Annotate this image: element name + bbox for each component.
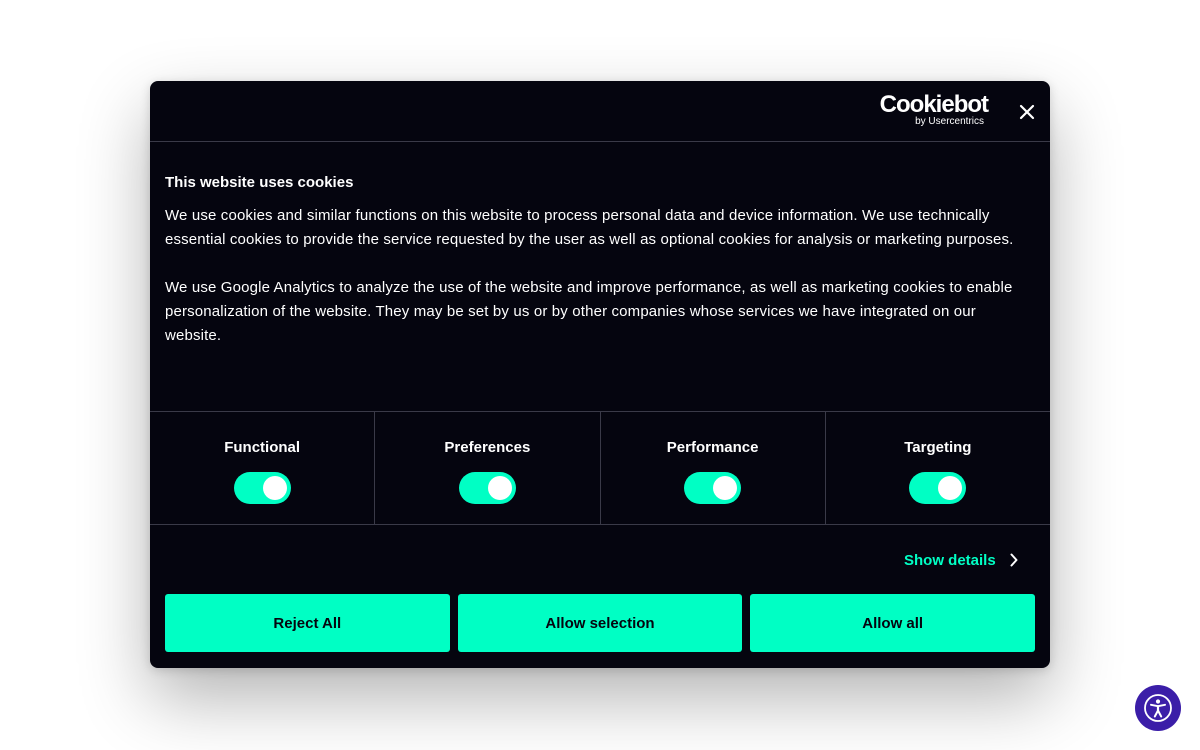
preferences-toggle[interactable]	[458, 472, 516, 504]
show-details-label: Show details	[904, 551, 996, 569]
category-label: Targeting	[904, 439, 972, 456]
toggle-knob	[938, 476, 963, 500]
category-preferences: Preferences	[375, 412, 601, 524]
consent-paragraph-2: We use Google Analytics to analyze the u…	[165, 279, 1013, 344]
targeting-toggle[interactable]	[909, 472, 967, 504]
reject-all-button[interactable]: Reject All	[165, 594, 450, 652]
close-button[interactable]	[1014, 99, 1040, 125]
consent-title: This website uses cookies	[165, 174, 354, 191]
toggle-knob	[487, 476, 512, 500]
close-icon	[1019, 104, 1035, 120]
cookie-consent-dialog: Cookiebot by Usercentrics This website u…	[150, 81, 1050, 668]
category-performance: Performance	[601, 412, 826, 524]
chevron-right-icon	[1010, 553, 1018, 567]
category-label: Performance	[666, 439, 759, 456]
cookie-categories: Functional Preferences Performance Targe…	[150, 411, 1050, 525]
category-targeting: Targeting	[826, 412, 1050, 524]
dialog-header: Cookiebot by Usercentrics	[150, 81, 1050, 142]
accessibility-button[interactable]	[1135, 685, 1181, 731]
category-label: Preferences	[444, 439, 531, 456]
toggle-knob	[262, 476, 287, 500]
show-details-link[interactable]: Show details	[904, 549, 1018, 571]
performance-toggle[interactable]	[684, 472, 742, 504]
allow-all-button[interactable]: Allow all	[750, 594, 1036, 652]
toggle-knob	[713, 476, 738, 500]
allow-selection-button[interactable]: Allow selection	[457, 594, 743, 652]
accessibility-person-icon	[1144, 694, 1172, 722]
consent-buttons: Reject All Allow selection Allow all	[165, 594, 1036, 652]
brand-name: Cookiebot	[879, 91, 989, 118]
category-label: Functional	[224, 439, 301, 456]
cookiebot-logo: Cookiebot by Usercentrics	[878, 91, 989, 128]
functional-toggle[interactable]	[233, 472, 291, 504]
consent-paragraph-1: We use cookies and similar functions on …	[165, 207, 1014, 248]
category-functional: Functional	[150, 412, 376, 524]
